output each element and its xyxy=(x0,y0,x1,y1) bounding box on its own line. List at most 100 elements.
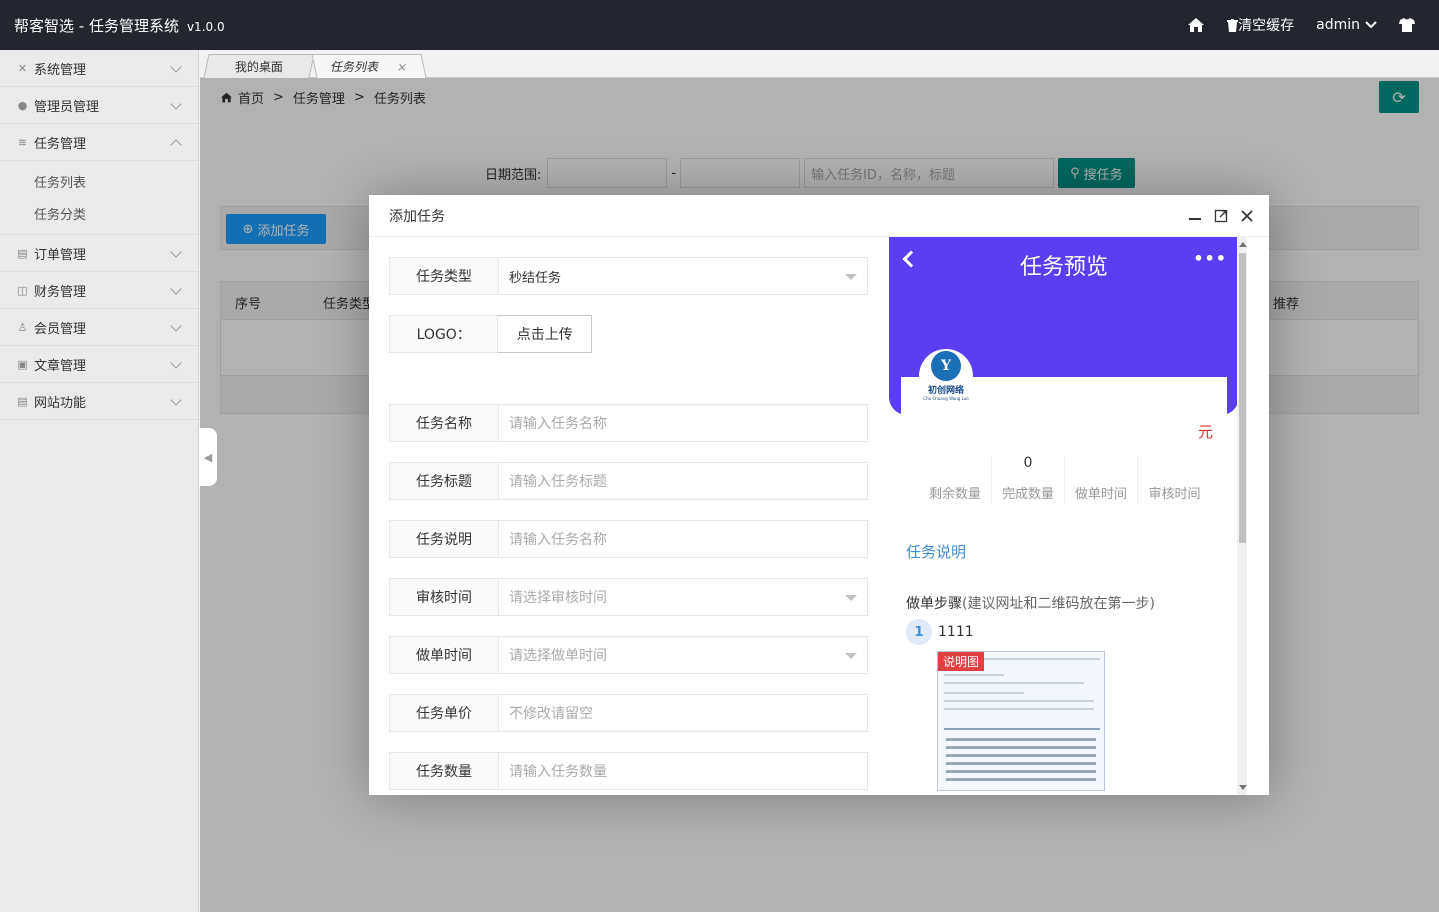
table-icon: ▤ xyxy=(17,246,28,260)
tab-bar: 我的桌面 任务列表 × xyxy=(200,50,1439,78)
database-icon: ≋ xyxy=(17,135,28,149)
chevron-down-icon xyxy=(170,246,182,258)
home-button[interactable] xyxy=(1187,17,1205,33)
unit-price-label: 任务单价 xyxy=(389,694,499,732)
scroll-up-icon[interactable] xyxy=(1239,242,1247,247)
stat-value: 0 xyxy=(1023,455,1033,471)
preview-scrollbar[interactable] xyxy=(1237,237,1247,795)
task-type-row: 任务类型 秒结任务 xyxy=(389,257,868,295)
unit-price-row: 任务单价 不修改请留空 xyxy=(389,694,868,732)
stat-completed: 0 完成数量 xyxy=(992,455,1065,505)
preview-logo: Y 初创网络 Chu Chuang Wang Luo xyxy=(919,349,973,403)
user-menu[interactable]: admin xyxy=(1316,17,1377,33)
task-type-value: 秒结任务 xyxy=(509,270,562,286)
task-title-label: 任务标题 xyxy=(389,462,499,500)
clear-cache-button[interactable]: 清空缓存 xyxy=(1227,15,1294,35)
task-name-row: 任务名称 请输入任务名称 xyxy=(389,404,868,442)
caret-down-icon xyxy=(845,274,857,280)
chevron-down-icon xyxy=(1365,21,1377,29)
task-preview: 任务预览 ••• Y 初创网络 Chu Chuang Wang Luo 元 剩余… xyxy=(889,237,1249,795)
task-type-label: 任务类型 xyxy=(389,257,499,295)
sidebar-item-site[interactable]: ▤ 网站功能 xyxy=(0,383,198,420)
article-icon: ▣ xyxy=(17,357,28,371)
quantity-input[interactable]: 请输入任务数量 xyxy=(499,752,868,790)
preview-steps-heading: 做单步骤(建议网址和二维码放在第一步) xyxy=(906,593,1155,613)
task-title-input[interactable]: 请输入任务标题 xyxy=(499,462,868,500)
sidebar-item-label: 系统管理 xyxy=(34,62,87,78)
sidebar-item-system[interactable]: ✕ 系统管理 xyxy=(0,50,198,87)
subitem-label: 任务分类 xyxy=(34,207,87,223)
home-icon xyxy=(1188,18,1205,32)
more-icon[interactable]: ••• xyxy=(1193,249,1227,268)
sidebar-item-admin[interactable]: ● 管理员管理 xyxy=(0,87,198,124)
scroll-thumb[interactable] xyxy=(1239,253,1246,543)
do-time-label: 做单时间 xyxy=(389,636,499,674)
tab-label: 我的桌面 xyxy=(234,60,283,74)
sidebar: ✕ 系统管理 ● 管理员管理 ≋ 任务管理 任务列表 任务分类 ▤ 订单管理 ◫ 财务管理… xyxy=(0,50,199,912)
quantity-placeholder: 请输入任务数量 xyxy=(509,764,607,780)
task-name-input[interactable]: 请输入任务名称 xyxy=(499,404,868,442)
scroll-down-icon[interactable] xyxy=(1239,785,1247,790)
sidebar-item-finance[interactable]: ◫ 财务管理 xyxy=(0,272,198,309)
book-icon: ◫ xyxy=(17,283,28,297)
sidebar-item-articles[interactable]: ▣ 文章管理 xyxy=(0,346,198,383)
quantity-label: 任务数量 xyxy=(389,752,499,790)
sidebar-subitem-task-category[interactable]: 任务分类 xyxy=(0,197,198,229)
audit-time-select[interactable]: 请选择审核时间 xyxy=(499,578,868,616)
stat-value xyxy=(1065,455,1137,477)
do-time-placeholder: 请选择做单时间 xyxy=(509,648,607,664)
chevron-down-icon xyxy=(170,98,182,110)
chevron-down-icon xyxy=(170,320,182,332)
theme-button[interactable] xyxy=(1399,18,1415,32)
sidebar-item-label: 管理员管理 xyxy=(34,99,100,115)
preview-stats: 剩余数量 0 完成数量 做单时间 审核时间 xyxy=(919,455,1219,505)
task-title-placeholder: 请输入任务标题 xyxy=(509,474,607,490)
chevron-down-icon xyxy=(170,394,182,406)
sidebar-item-label: 网站功能 xyxy=(34,395,87,411)
app-version: v1.0.0 xyxy=(186,19,225,34)
maximize-icon[interactable] xyxy=(1213,208,1229,224)
upload-button[interactable]: 点击上传 xyxy=(498,315,592,353)
task-type-select[interactable]: 秒结任务 xyxy=(499,257,868,295)
task-name-placeholder: 请输入任务名称 xyxy=(509,416,607,432)
caret-down-icon xyxy=(845,595,857,601)
tab-task-list[interactable]: 任务列表 × xyxy=(311,54,427,78)
logo-text: 初创网络 xyxy=(927,386,964,396)
top-header: 帮客智选 - 任务管理系统 v1.0.0 清空缓存 admin xyxy=(0,0,1439,50)
logo-mark-icon: Y xyxy=(931,351,961,381)
task-desc-input[interactable]: 请输入任务名称 xyxy=(499,520,868,558)
sidebar-item-members[interactable]: ♙ 会员管理 xyxy=(0,309,198,346)
trash-icon xyxy=(1227,18,1239,32)
shirt-icon xyxy=(1399,18,1415,32)
preview-desc-heading: 任务说明 xyxy=(906,543,967,561)
sidebar-item-label: 订单管理 xyxy=(34,247,87,263)
sidebar-item-label: 任务管理 xyxy=(34,136,87,152)
sidebar-item-tasks[interactable]: ≋ 任务管理 xyxy=(0,124,198,161)
audit-time-label: 审核时间 xyxy=(389,578,499,616)
stat-label: 完成数量 xyxy=(1001,487,1054,502)
close-icon[interactable]: × xyxy=(396,60,409,74)
tab-desktop[interactable]: 我的桌面 xyxy=(203,54,315,78)
stat-do-time: 做单时间 xyxy=(1065,455,1138,505)
stat-label: 审核时间 xyxy=(1148,487,1201,502)
username: admin xyxy=(1316,17,1360,33)
steps-heading: 做单步骤 xyxy=(906,596,962,612)
sidebar-item-label: 财务管理 xyxy=(34,284,87,300)
user-icon: ● xyxy=(17,98,28,112)
logo-row: LOGO： 点击上传 xyxy=(389,315,592,353)
sidebar-subitem-task-list[interactable]: 任务列表 xyxy=(0,165,198,197)
close-icon[interactable] xyxy=(1239,208,1255,224)
chevron-up-icon xyxy=(170,139,182,151)
task-name-label: 任务名称 xyxy=(389,404,499,442)
sidebar-collapse-button[interactable]: ◀ xyxy=(199,428,217,486)
stat-label: 剩余数量 xyxy=(928,487,981,502)
sidebar-item-label: 会员管理 xyxy=(34,321,87,337)
do-time-select[interactable]: 请选择做单时间 xyxy=(499,636,868,674)
sidebar-item-orders[interactable]: ▤ 订单管理 xyxy=(0,235,198,272)
audit-time-row: 审核时间 请选择审核时间 xyxy=(389,578,868,616)
minimize-icon[interactable] xyxy=(1187,208,1203,224)
chevron-down-icon xyxy=(170,357,182,369)
step-number: 1 xyxy=(906,619,932,645)
task-desc-placeholder: 请输入任务名称 xyxy=(509,532,607,548)
unit-price-input[interactable]: 不修改请留空 xyxy=(499,694,868,732)
